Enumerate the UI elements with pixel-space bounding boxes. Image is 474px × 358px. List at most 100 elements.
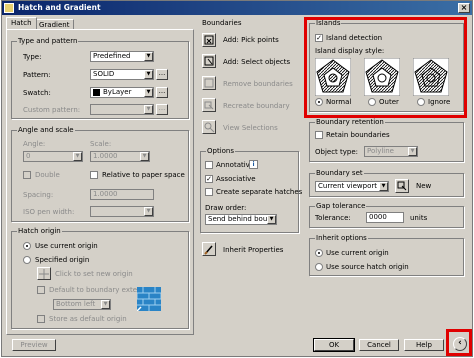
ok-button[interactable]: OK: [313, 338, 355, 352]
tab-gradient[interactable]: Gradient: [34, 19, 75, 29]
pick-points-label[interactable]: Add: Pick points: [223, 36, 279, 44]
new-set-icon: [397, 181, 407, 191]
gap-tolerance-title: Gap tolerance: [315, 202, 367, 211]
info-icon[interactable]: i: [249, 160, 258, 169]
angle-scale-title: Angle and scale: [17, 126, 75, 135]
custom-pattern-label: Custom pattern:: [23, 106, 81, 114]
scale-combo[interactable]: 1.0000 ▼: [90, 151, 150, 162]
dialog-title: Hatch and Gradient: [18, 3, 101, 12]
remove-boundaries-button[interactable]: [202, 76, 216, 90]
inherit-properties-button[interactable]: [202, 242, 216, 256]
chevron-down-icon: ▼: [144, 105, 153, 114]
tolerance-field[interactable]: 0000: [366, 212, 404, 223]
angle-label: Angle:: [23, 140, 46, 148]
specified-origin-label: Specified origin: [35, 256, 90, 264]
remove-boundaries-icon: [204, 78, 214, 88]
type-value: Predefined: [93, 52, 131, 60]
double-checkbox[interactable]: [23, 171, 31, 179]
separate-hatches-checkbox[interactable]: [205, 188, 213, 196]
associative-label: Associative: [216, 175, 256, 183]
islands-highlight: [304, 17, 467, 118]
angle-combo[interactable]: 0 ▼: [23, 151, 83, 162]
cancel-button[interactable]: Cancel: [359, 339, 399, 351]
chevron-down-icon: ▼: [267, 215, 276, 224]
view-selections-label[interactable]: View Selections: [223, 124, 278, 132]
angle-value: 0: [26, 152, 31, 160]
object-type-combo[interactable]: Polyline ▼: [364, 146, 418, 157]
iso-pen-width-label: ISO pen width:: [23, 208, 75, 216]
relative-paper-space-label: Relative to paper space: [102, 171, 185, 179]
hatch-gradient-dialog: Hatch and Gradient × Hatch Gradient Type…: [1, 0, 473, 357]
pattern-browse-button[interactable]: ...: [156, 69, 168, 80]
help-button[interactable]: Help: [404, 339, 444, 351]
specified-origin-radio[interactable]: [23, 256, 31, 264]
more-options-highlight: [446, 329, 472, 356]
store-default-origin-checkbox[interactable]: [37, 315, 45, 323]
use-current-origin-radio[interactable]: [23, 242, 31, 250]
retain-boundaries-checkbox[interactable]: [315, 131, 323, 139]
chevron-down-icon: ▼: [144, 207, 153, 216]
source-hatch-origin-radio[interactable]: [315, 263, 323, 271]
recreate-boundary-label[interactable]: Recreate boundary: [223, 102, 290, 110]
swatch-combo[interactable]: ByLayer ▼: [90, 87, 154, 98]
click-set-origin-label: Click to set new origin: [55, 270, 133, 278]
source-hatch-origin-label: Use source hatch origin: [326, 263, 409, 271]
origin-position-value: Bottom left: [56, 300, 96, 308]
select-objects-button[interactable]: [202, 54, 216, 68]
iso-pen-width-combo[interactable]: ▼: [90, 206, 154, 217]
inherit-current-origin-radio[interactable]: [315, 249, 323, 257]
swatch-browse-button[interactable]: ...: [156, 87, 168, 98]
swatch-label: Swatch:: [23, 89, 51, 97]
retain-boundaries-label: Retain boundaries: [326, 131, 390, 139]
store-default-origin-label: Store as default origin: [49, 315, 127, 323]
tolerance-units-label: units: [410, 214, 428, 222]
pick-points-button[interactable]: [202, 33, 216, 47]
custom-browse-button[interactable]: ...: [156, 104, 168, 115]
chevron-down-icon: ▼: [144, 52, 153, 61]
boundary-set-title: Boundary set: [315, 169, 364, 178]
tab-hatch[interactable]: Hatch: [6, 17, 37, 29]
remove-boundaries-label[interactable]: Remove boundaries: [223, 80, 293, 88]
chevron-down-icon: ▼: [144, 70, 153, 79]
chevron-down-icon: ▼: [101, 300, 110, 309]
recreate-boundary-icon: [204, 101, 214, 110]
relative-paper-space-checkbox[interactable]: [90, 171, 98, 179]
double-label: Double: [35, 171, 60, 179]
chevron-down-icon: ▼: [140, 152, 149, 161]
use-current-origin-label: Use current origin: [35, 242, 98, 250]
associative-checkbox[interactable]: ✓: [205, 175, 213, 183]
click-set-origin-button[interactable]: [37, 267, 51, 280]
select-objects-label[interactable]: Add: Select objects: [223, 58, 290, 66]
type-label: Type:: [23, 53, 42, 61]
chevron-down-icon: ▼: [144, 88, 153, 97]
app-icon: [4, 3, 14, 13]
annotative-checkbox[interactable]: [205, 161, 213, 169]
spacing-field[interactable]: 1.0000: [90, 189, 154, 200]
origin-position-combo[interactable]: Bottom left ▼: [53, 299, 111, 310]
inherit-options-title: Inherit options: [315, 234, 368, 243]
close-button[interactable]: ×: [458, 3, 470, 13]
pattern-combo[interactable]: SOLID ▼: [90, 69, 154, 80]
draw-order-combo[interactable]: Send behind boundary▼: [205, 214, 277, 225]
boundaries-title: Boundaries: [202, 19, 242, 27]
boundary-retention-title: Boundary retention: [315, 118, 385, 127]
hatch-origin-title: Hatch origin: [17, 227, 62, 236]
title-bar: Hatch and Gradient ×: [2, 1, 472, 15]
pattern-value: SOLID: [93, 70, 115, 78]
swatch-color: [93, 89, 100, 96]
recreate-boundary-button[interactable]: [202, 98, 216, 112]
new-label: New: [416, 182, 432, 190]
crosshair-icon: [39, 269, 49, 279]
boundary-set-combo[interactable]: Current viewport ▼: [315, 181, 389, 192]
inherit-properties-label[interactable]: Inherit Properties: [223, 246, 283, 254]
new-boundary-set-button[interactable]: [395, 179, 409, 193]
custom-pattern-combo[interactable]: ▼: [90, 104, 154, 115]
origin-preview-icon: [137, 287, 161, 311]
object-type-value: Polyline: [367, 147, 394, 155]
type-combo[interactable]: Predefined ▼: [90, 51, 154, 62]
preview-button[interactable]: Preview: [12, 339, 56, 351]
view-selections-button[interactable]: [202, 120, 216, 134]
default-boundary-extents-checkbox[interactable]: [37, 286, 45, 294]
pick-points-icon: [204, 35, 214, 45]
inherit-current-origin-label: Use current origin: [326, 249, 389, 257]
